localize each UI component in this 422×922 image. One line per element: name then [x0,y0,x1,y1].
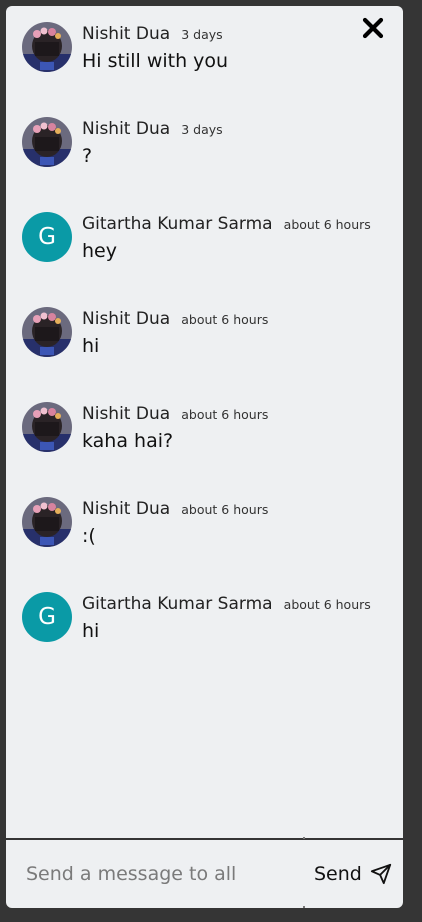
avatar-photo [22,117,72,167]
message-input[interactable] [16,852,316,896]
message-author: Gitartha Kumar Sarma [82,594,273,614]
message-time: 3 days [181,27,223,42]
message-author: Gitartha Kumar Sarma [82,214,273,234]
avatar [22,402,72,452]
chat-message: Nishit Dua about 6 hours :( [22,497,382,553]
message-header: Gitartha Kumar Sarma about 6 hours [82,212,371,236]
message-header: Nishit Dua about 6 hours [82,497,268,521]
chat-message: Nishit Dua 3 days ? [22,117,382,173]
message-header: Nishit Dua about 6 hours [82,307,268,331]
avatar [22,497,72,547]
message-text: :( [82,525,96,547]
message-time: about 6 hours [283,217,371,232]
divider-dot [303,906,305,908]
message-author: Nishit Dua [82,499,171,519]
message-author: Nishit Dua [82,404,171,424]
send-icon [370,863,391,885]
message-text: hi [82,620,100,642]
message-time: about 6 hours [181,312,269,327]
avatar: G [22,592,72,642]
message-text: kaha hai? [82,430,174,452]
message-header: Nishit Dua about 6 hours [82,402,268,426]
message-text: ? [82,145,93,167]
avatar: G [22,212,72,262]
message-composer: Send [6,840,403,908]
avatar-photo [22,307,72,357]
message-header: Nishit Dua 3 days [82,117,223,141]
avatar-photo [22,402,72,452]
avatar [22,117,72,167]
chat-message: G Gitartha Kumar Sarma about 6 hours hey [22,212,382,268]
message-author: Nishit Dua [82,24,171,44]
message-text: hi [82,335,100,357]
avatar-photo [22,497,72,547]
avatar [22,307,72,357]
chat-message: Nishit Dua 3 days Hi still with you [22,22,382,78]
divider-dot [303,837,305,839]
chat-message: G Gitartha Kumar Sarma about 6 hours hi [22,592,382,648]
chat-message: Nishit Dua about 6 hours hi [22,307,382,363]
message-author: Nishit Dua [82,119,171,139]
message-text: Hi still with you [82,50,229,72]
send-button[interactable]: Send [314,856,392,892]
chat-message: Nishit Dua about 6 hours kaha hai? [22,402,382,458]
avatar-photo [22,22,72,72]
message-header: Nishit Dua 3 days [82,22,223,46]
avatar [22,22,72,72]
message-header: Gitartha Kumar Sarma about 6 hours [82,592,371,616]
message-time: about 6 hours [283,597,371,612]
chat-panel: Nishit Dua 3 days Hi still with you Nish… [6,6,403,838]
message-time: about 6 hours [181,502,269,517]
message-time: 3 days [181,122,223,137]
message-time: about 6 hours [181,407,269,422]
message-author: Nishit Dua [82,309,171,329]
send-label: Send [314,863,362,885]
message-text: hey [82,240,117,262]
